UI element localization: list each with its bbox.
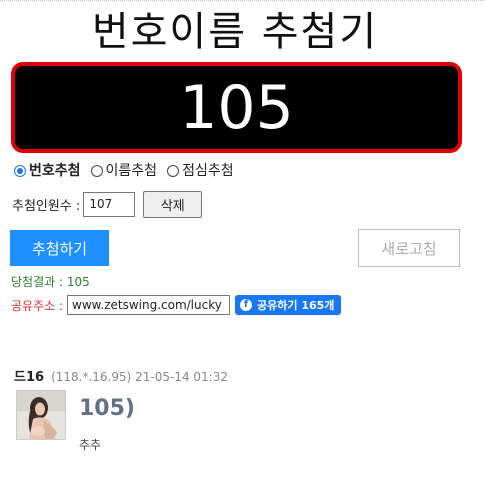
radio-label: 점심추첨 xyxy=(182,163,234,179)
radio-label: 이름추첨 xyxy=(105,163,158,179)
delete-button[interactable]: 삭제 xyxy=(143,191,203,218)
display-number: 105 xyxy=(179,73,294,143)
comment-author[interactable]: 드16 xyxy=(14,366,44,385)
result-text: 당첨결과 : 105 xyxy=(11,275,90,289)
radio-name-draw[interactable]: 이름추첨 xyxy=(90,161,158,181)
radio-unchecked-icon[interactable] xyxy=(90,165,103,177)
draw-button[interactable]: 추첨하기 xyxy=(10,230,109,266)
share-url-input[interactable]: www.zetswing.com/lucky xyxy=(67,295,231,315)
share-label: 공유주소 : xyxy=(11,298,64,313)
radio-label: 번호추첨 xyxy=(29,163,81,179)
radio-unchecked-icon[interactable] xyxy=(167,165,180,177)
facebook-share-button[interactable]: f 공유하기 165개 xyxy=(235,295,342,315)
count-row: 추첨인원수 : 107 삭제 xyxy=(12,191,203,218)
result-display: 105 xyxy=(11,62,462,153)
refresh-button[interactable]: 새로고침 xyxy=(358,229,460,267)
facebook-icon: f xyxy=(240,299,253,311)
count-label: 추첨인원수 : xyxy=(12,199,81,214)
page-title: 번호이름 추첨기 xyxy=(91,9,379,55)
comment-meta: (118.*.16.95) 21-05-14 01:32 xyxy=(51,370,228,384)
radio-number-draw[interactable]: 번호추첨 xyxy=(14,161,81,181)
radio-lunch-draw[interactable]: 점심추첨 xyxy=(167,161,234,181)
mode-radio-group: 번호추첨 이름추첨 점심추첨 xyxy=(14,161,244,181)
comment-body-number: 105) xyxy=(79,396,135,421)
facebook-share-label: 공유하기 165개 xyxy=(257,299,335,312)
comment-header: 드16 (118.*.16.95) 21-05-14 01:32 xyxy=(14,366,228,385)
comment-body-text: 추추 xyxy=(79,438,102,452)
top-divider xyxy=(0,0,485,5)
share-row: 공유주소 : www.zetswing.com/lucky f 공유하기 165… xyxy=(11,295,342,315)
count-input[interactable]: 107 xyxy=(83,192,136,217)
avatar[interactable] xyxy=(16,390,66,440)
avatar-image xyxy=(17,391,65,439)
radio-checked-icon[interactable] xyxy=(14,165,26,177)
